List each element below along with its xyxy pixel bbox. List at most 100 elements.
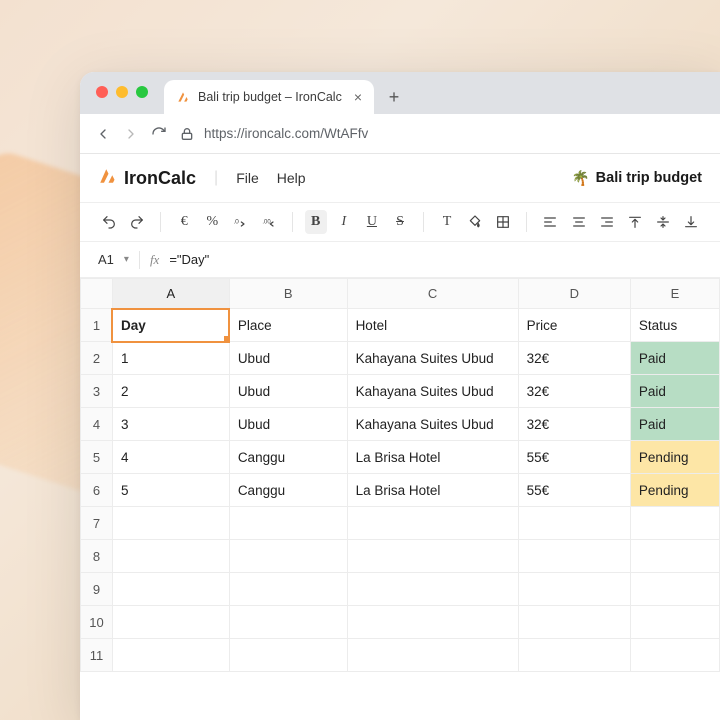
cell-B2[interactable]: Ubud — [229, 342, 347, 375]
align-center-button[interactable] — [567, 210, 589, 234]
cell-B6[interactable]: Canggu — [229, 474, 347, 507]
cell-B3[interactable]: Ubud — [229, 375, 347, 408]
cell-D4[interactable]: 32€ — [518, 408, 630, 441]
row-header[interactable]: 3 — [81, 375, 113, 408]
valign-middle-button[interactable] — [652, 210, 674, 234]
cell-D11[interactable] — [518, 639, 630, 672]
maximize-window-button[interactable] — [136, 86, 148, 98]
cell-E3[interactable]: Paid — [630, 375, 719, 408]
cell-A4[interactable]: 3 — [112, 408, 229, 441]
column-header-D[interactable]: D — [518, 279, 630, 309]
cell-A7[interactable] — [112, 507, 229, 540]
redo-button[interactable] — [126, 210, 148, 234]
cell-E1[interactable]: Status — [630, 309, 719, 342]
cell-A8[interactable] — [112, 540, 229, 573]
cell-D5[interactable]: 55€ — [518, 441, 630, 474]
valign-bottom-button[interactable] — [680, 210, 702, 234]
browser-tab[interactable]: Bali trip budget – IronCalc × — [164, 80, 374, 114]
fill-color-button[interactable] — [464, 210, 486, 234]
cell-C10[interactable] — [347, 606, 518, 639]
menu-file[interactable]: File — [236, 170, 259, 186]
decrease-decimal-button[interactable]: .0 — [229, 210, 251, 234]
cell-D7[interactable] — [518, 507, 630, 540]
cell-E7[interactable] — [630, 507, 719, 540]
align-left-button[interactable] — [539, 210, 561, 234]
cell-E4[interactable]: Paid — [630, 408, 719, 441]
formula-input[interactable]: ="Day" — [169, 252, 209, 267]
cell-reference[interactable]: A1 — [98, 252, 114, 267]
address-bar[interactable]: https://ironcalc.com/WtAFfv — [178, 125, 706, 143]
chevron-down-icon[interactable]: ▾ — [124, 254, 129, 265]
row-header[interactable]: 1 — [81, 309, 113, 342]
document-title[interactable]: 🌴 Bali trip budget — [572, 170, 702, 187]
cell-C7[interactable] — [347, 507, 518, 540]
cell-A6[interactable]: 5 — [112, 474, 229, 507]
close-window-button[interactable] — [96, 86, 108, 98]
cell-B8[interactable] — [229, 540, 347, 573]
new-tab-button[interactable]: + — [380, 83, 408, 111]
cell-A5[interactable]: 4 — [112, 441, 229, 474]
cell-B11[interactable] — [229, 639, 347, 672]
underline-button[interactable]: U — [361, 210, 383, 234]
app-logo[interactable]: IronCalc — [98, 167, 196, 190]
borders-button[interactable] — [492, 210, 514, 234]
cell-C5[interactable]: La Brisa Hotel — [347, 441, 518, 474]
row-header[interactable]: 2 — [81, 342, 113, 375]
cell-B7[interactable] — [229, 507, 347, 540]
cell-C6[interactable]: La Brisa Hotel — [347, 474, 518, 507]
cell-E6[interactable]: Pending — [630, 474, 719, 507]
spreadsheet-grid[interactable]: ABCDE 1DayPlaceHotelPriceStatus21UbudKah… — [80, 278, 720, 720]
text-color-button[interactable]: T — [436, 210, 458, 234]
valign-top-button[interactable] — [624, 210, 646, 234]
align-right-button[interactable] — [596, 210, 618, 234]
cell-D10[interactable] — [518, 606, 630, 639]
cell-D1[interactable]: Price — [518, 309, 630, 342]
select-all-corner[interactable] — [81, 279, 113, 309]
undo-button[interactable] — [98, 210, 120, 234]
cell-E2[interactable]: Paid — [630, 342, 719, 375]
row-header[interactable]: 6 — [81, 474, 113, 507]
strikethrough-button[interactable]: S — [389, 210, 411, 234]
reload-button[interactable] — [150, 125, 168, 143]
cell-D3[interactable]: 32€ — [518, 375, 630, 408]
increase-decimal-button[interactable]: .00 — [258, 210, 280, 234]
forward-button[interactable] — [122, 125, 140, 143]
row-header[interactable]: 11 — [81, 639, 113, 672]
cell-C4[interactable]: Kahayana Suites Ubud — [347, 408, 518, 441]
row-header[interactable]: 8 — [81, 540, 113, 573]
cell-A10[interactable] — [112, 606, 229, 639]
cell-E9[interactable] — [630, 573, 719, 606]
cell-D8[interactable] — [518, 540, 630, 573]
cell-B5[interactable]: Canggu — [229, 441, 347, 474]
cell-C1[interactable]: Hotel — [347, 309, 518, 342]
column-header-B[interactable]: B — [229, 279, 347, 309]
cell-A9[interactable] — [112, 573, 229, 606]
cell-C3[interactable]: Kahayana Suites Ubud — [347, 375, 518, 408]
row-header[interactable]: 10 — [81, 606, 113, 639]
cell-C9[interactable] — [347, 573, 518, 606]
cell-C11[interactable] — [347, 639, 518, 672]
cell-D6[interactable]: 55€ — [518, 474, 630, 507]
italic-button[interactable]: I — [333, 210, 355, 234]
bold-button[interactable]: B — [305, 210, 327, 234]
cell-B4[interactable]: Ubud — [229, 408, 347, 441]
cell-E11[interactable] — [630, 639, 719, 672]
back-button[interactable] — [94, 125, 112, 143]
cell-D2[interactable]: 32€ — [518, 342, 630, 375]
percent-button[interactable]: % — [201, 210, 223, 234]
close-tab-icon[interactable]: × — [354, 90, 362, 104]
cell-A3[interactable]: 2 — [112, 375, 229, 408]
row-header[interactable]: 9 — [81, 573, 113, 606]
cell-E10[interactable] — [630, 606, 719, 639]
cell-B10[interactable] — [229, 606, 347, 639]
row-header[interactable]: 5 — [81, 441, 113, 474]
minimize-window-button[interactable] — [116, 86, 128, 98]
cell-E5[interactable]: Pending — [630, 441, 719, 474]
cell-A1[interactable]: Day — [112, 309, 229, 342]
column-header-C[interactable]: C — [347, 279, 518, 309]
currency-button[interactable]: € — [173, 210, 195, 234]
cell-B9[interactable] — [229, 573, 347, 606]
cell-B1[interactable]: Place — [229, 309, 347, 342]
cell-C8[interactable] — [347, 540, 518, 573]
cell-A2[interactable]: 1 — [112, 342, 229, 375]
